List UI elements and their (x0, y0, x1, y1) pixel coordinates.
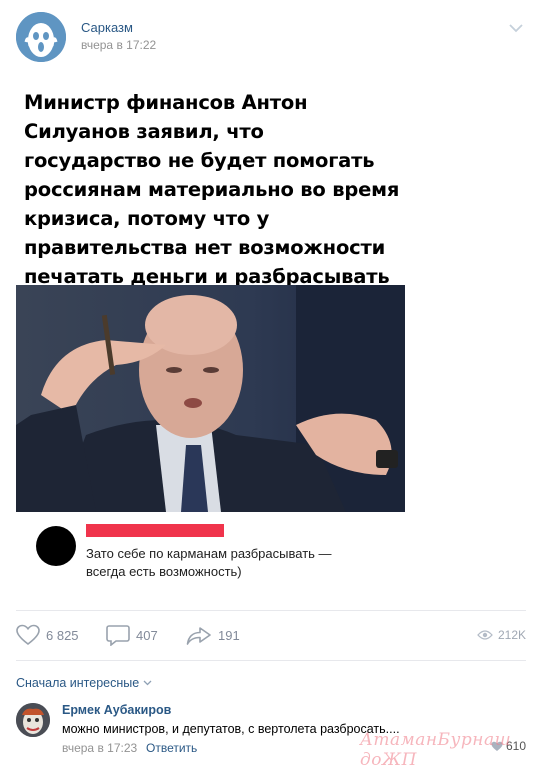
post-author[interactable]: Сарказм (81, 20, 133, 35)
like-count: 6 825 (46, 627, 79, 643)
heart-icon (16, 624, 40, 646)
minister-photo (16, 285, 405, 512)
views-counter: 212K (477, 620, 526, 650)
community-avatar[interactable] (16, 12, 66, 62)
commenter-avatar[interactable] (16, 703, 50, 737)
post-actions: 6 825 407 191 212K (0, 620, 542, 650)
post-time[interactable]: вчера в 17:22 (81, 38, 156, 52)
comment-icon (106, 625, 130, 646)
redacted-name-bar (86, 524, 224, 537)
actions-divider (16, 610, 526, 611)
comment-count: 407 (136, 627, 158, 643)
watermark: АтаманБурнаш доЖП (360, 730, 512, 770)
eye-icon (477, 630, 493, 640)
commenter-name[interactable]: Ермек Аубакиров (62, 703, 171, 717)
post-photo[interactable] (16, 285, 405, 512)
clown-avatar-image (16, 703, 50, 737)
scream-logo-icon (16, 12, 66, 62)
post-header: Сарказм вчера в 17:22 (0, 0, 542, 70)
views-count: 212K (497, 628, 526, 642)
reply-link[interactable]: Ответить (146, 741, 197, 755)
chevron-down-icon[interactable] (508, 20, 524, 36)
quoted-line-1: Зато себе по карманам разбрасывать — (86, 546, 332, 561)
quoted-comment-card: Зато себе по карманам разбрасывать — все… (16, 512, 405, 592)
quoted-line-2: всегда есть возможность) (86, 564, 242, 579)
sort-label: Сначала интересные (16, 676, 140, 690)
quoted-avatar (36, 526, 76, 566)
share-button[interactable]: 191 (186, 620, 240, 650)
comment-sort-toggle[interactable]: Сначала интересные (16, 676, 152, 690)
comments-divider (16, 660, 526, 661)
comment-button[interactable]: 407 (106, 620, 158, 650)
like-button[interactable]: 6 825 (16, 620, 79, 650)
comment-text: можно министров, и депутатов, с вертолет… (62, 722, 400, 736)
chevron-down-icon (143, 680, 152, 686)
quoted-comment-text: Зато себе по карманам разбрасывать — все… (86, 545, 396, 581)
comment-time[interactable]: вчера в 17:23 (62, 741, 137, 755)
share-icon (186, 627, 211, 645)
share-count: 191 (218, 627, 240, 643)
